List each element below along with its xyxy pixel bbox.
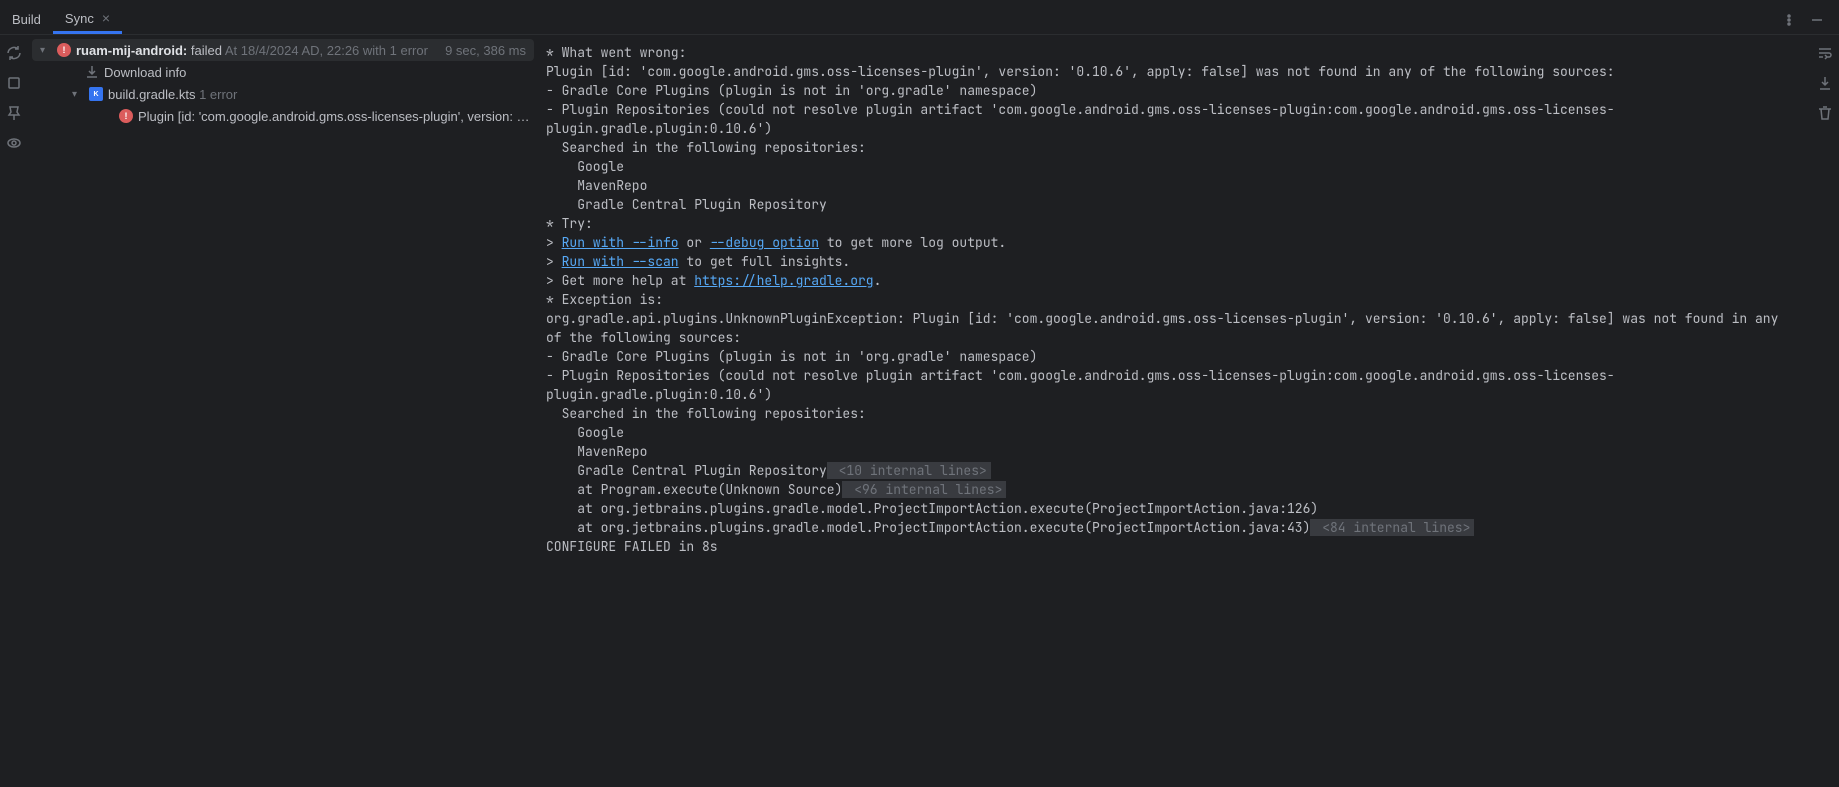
output-line: at Program.execute(Unknown Source) <96 i… [546,480,1811,499]
build-output-panel[interactable]: * What went wrong: Plugin [id: 'com.goog… [538,35,1811,787]
tree-build-file[interactable]: ▾ K build.gradle.kts 1 error [28,83,538,105]
build-file-label: build.gradle.kts 1 error [108,87,530,102]
tree-root-label: ruam-mij-android: failed At 18/4/2024 AD… [76,43,437,58]
scroll-to-end-icon[interactable] [1815,73,1835,93]
output-line: Google [546,157,1811,176]
output-line: MavenRepo [546,176,1811,195]
output-line: - Plugin Repositories (could not resolve… [546,100,1811,138]
tree-download-info[interactable]: Download info [28,61,538,83]
output-line: Plugin [id: 'com.google.android.gms.oss-… [546,62,1811,81]
output-line: > Get more help at https://help.gradle.o… [546,271,1811,290]
output-line: * Exception is: [546,290,1811,309]
kts-file-icon: K [89,87,103,101]
output-line: at org.jetbrains.plugins.gradle.model.Pr… [546,518,1811,537]
output-line: MavenRepo [546,442,1811,461]
tree-error-item[interactable]: ! Plugin [id: 'com.google.android.gms.os… [28,105,538,127]
run-scan-link[interactable]: Run with --scan [562,253,679,270]
pin-icon[interactable] [4,103,24,123]
tab-sync-label: Sync [65,11,94,26]
internal-lines-fold[interactable]: <10 internal lines> [827,462,991,479]
close-tab-icon[interactable]: × [102,10,110,26]
output-line: Searched in the following repositories: [546,404,1811,423]
chevron-down-icon[interactable]: ▾ [72,89,86,100]
left-toolbar [0,35,28,787]
build-duration: 9 sec, 386 ms [437,43,526,58]
output-line: > Run with --info or --debug option to g… [546,233,1811,252]
view-icon[interactable] [4,133,24,153]
output-line: - Gradle Core Plugins (plugin is not in … [546,81,1811,100]
wrap-text-icon[interactable] [1815,43,1835,63]
output-line: - Gradle Core Plugins (plugin is not in … [546,347,1811,366]
help-gradle-link[interactable]: https://help.gradle.org [694,272,873,289]
minimize-icon[interactable] [1807,10,1827,30]
clear-icon[interactable] [1815,103,1835,123]
output-line: > Run with --scan to get full insights. [546,252,1811,271]
output-line: CONFIGURE FAILED in 8s [546,537,1811,556]
output-line: Gradle Central Plugin Repository <10 int… [546,461,1811,480]
run-info-link[interactable]: Run with --info [562,234,679,251]
output-line: * Try: [546,214,1811,233]
internal-lines-fold[interactable]: <96 internal lines> [842,481,1006,498]
tab-build[interactable]: Build [0,5,53,34]
error-message-label: Plugin [id: 'com.google.android.gms.oss-… [138,109,530,124]
debug-option-link[interactable]: --debug option [710,234,819,251]
output-line: - Plugin Repositories (could not resolve… [546,366,1811,404]
output-line: at org.jetbrains.plugins.gradle.model.Pr… [546,499,1811,518]
output-line: * What went wrong: [546,43,1811,62]
stop-icon[interactable] [4,73,24,93]
chevron-down-icon[interactable]: ▾ [40,45,54,56]
internal-lines-fold[interactable]: <84 internal lines> [1310,519,1474,536]
output-line: org.gradle.api.plugins.UnknownPluginExce… [546,309,1811,347]
output-line: Gradle Central Plugin Repository [546,195,1811,214]
options-icon[interactable] [1779,10,1799,30]
error-icon: ! [57,43,71,57]
download-info-label: Download info [104,65,530,80]
error-icon: ! [119,109,133,123]
tab-sync[interactable]: Sync × [53,5,122,34]
build-tree-panel: ▾ ! ruam-mij-android: failed At 18/4/202… [28,35,538,787]
download-icon [84,64,100,80]
tool-window-tabs: Build Sync × [0,5,1839,35]
output-line: Searched in the following repositories: [546,138,1811,157]
sync-icon[interactable] [4,43,24,63]
tree-root-build[interactable]: ▾ ! ruam-mij-android: failed At 18/4/202… [32,39,534,61]
output-line: Google [546,423,1811,442]
right-toolbar [1811,35,1839,787]
tab-build-label: Build [12,12,41,27]
